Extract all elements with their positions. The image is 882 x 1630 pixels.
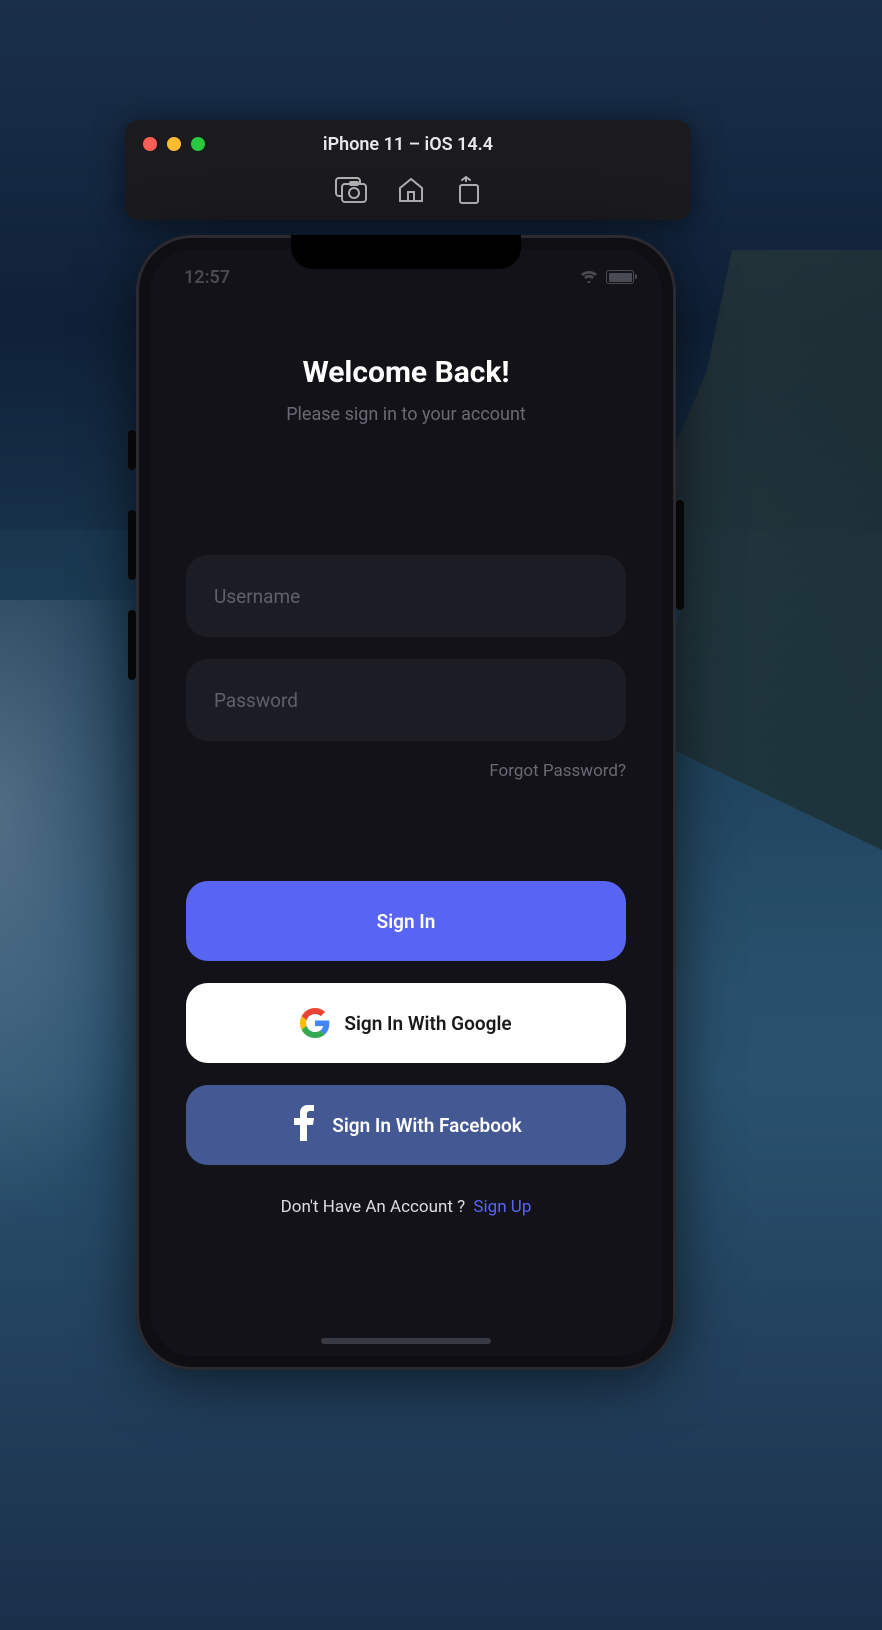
fullscreen-button[interactable] <box>191 137 205 151</box>
minimize-button[interactable] <box>167 137 181 151</box>
home-indicator[interactable] <box>321 1338 491 1344</box>
window-title: iPhone 11 – iOS 14.4 <box>141 134 675 155</box>
silence-switch <box>128 430 136 470</box>
wifi-icon <box>580 267 598 288</box>
home-icon[interactable] <box>396 176 426 208</box>
volume-up <box>128 510 136 580</box>
title-bar: iPhone 11 – iOS 14.4 <box>125 120 691 168</box>
username-input[interactable] <box>186 555 626 637</box>
simulator-window: iPhone 11 – iOS 14.4 <box>125 120 691 220</box>
screenshot-icon[interactable] <box>334 176 368 208</box>
google-sign-in-label: Sign In With Google <box>344 1012 511 1035</box>
phone-power-button <box>676 500 684 610</box>
status-time: 12:57 <box>184 267 230 288</box>
signup-prompt: Don't Have An Account ? <box>281 1197 466 1217</box>
phone-notch <box>291 235 521 269</box>
signup-link[interactable]: Sign Up <box>473 1197 531 1217</box>
facebook-icon <box>290 1105 318 1146</box>
facebook-sign-in-button[interactable]: Sign In With Facebook <box>186 1085 626 1165</box>
status-indicators <box>580 267 634 288</box>
facebook-sign-in-label: Sign In With Facebook <box>332 1114 522 1137</box>
phone-side-buttons-left <box>128 430 136 710</box>
password-input[interactable] <box>186 659 626 741</box>
traffic-lights <box>143 137 205 151</box>
phone-frame: 12:57 Welcome Back! Please sign in to yo… <box>136 235 676 1370</box>
forgot-password-link[interactable]: Forgot Password? <box>489 761 626 781</box>
sign-in-label: Sign In <box>377 910 436 933</box>
volume-down <box>128 610 136 680</box>
signup-row: Don't Have An Account ? Sign Up <box>186 1197 626 1217</box>
phone-screen: 12:57 Welcome Back! Please sign in to yo… <box>150 249 662 1356</box>
welcome-subtitle: Please sign in to your account <box>186 404 626 425</box>
sign-in-button[interactable]: Sign In <box>186 881 626 961</box>
login-screen: Welcome Back! Please sign in to your acc… <box>150 305 662 1356</box>
welcome-title: Welcome Back! <box>186 355 626 390</box>
rotate-icon[interactable] <box>454 175 482 209</box>
battery-icon <box>606 270 634 284</box>
google-icon <box>300 1008 330 1038</box>
simulator-toolbar <box>125 168 691 216</box>
google-sign-in-button[interactable]: Sign In With Google <box>186 983 626 1063</box>
close-button[interactable] <box>143 137 157 151</box>
